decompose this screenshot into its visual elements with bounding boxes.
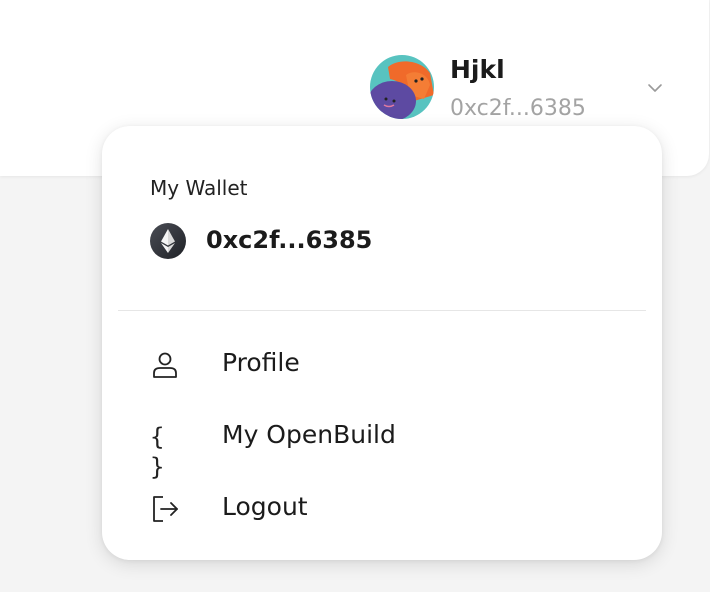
logout-icon (150, 494, 180, 524)
menu-item-profile[interactable]: Profile (132, 336, 632, 392)
user-name: Hjkl (450, 55, 505, 84)
menu-item-label: Profile (222, 348, 300, 377)
menu-item-logout[interactable]: Logout (132, 480, 632, 536)
menu-item-label: Logout (222, 492, 308, 521)
ethereum-icon (150, 223, 186, 259)
menu-item-my-openbuild[interactable]: { } My OpenBuild (132, 408, 632, 481)
menu-divider (118, 310, 646, 311)
wallet-address[interactable]: 0xc2f...6385 (206, 226, 372, 254)
user-icon (150, 350, 180, 380)
user-wallet-address: 0xc2f...6385 (450, 96, 586, 121)
user-menu-trigger[interactable]: Hjkl 0xc2f...6385 (368, 50, 678, 130)
chevron-down-icon[interactable] (646, 80, 664, 99)
menu-item-label: My OpenBuild (222, 420, 396, 449)
wallet-section-label: My Wallet (150, 176, 248, 200)
code-braces-icon: { } (150, 423, 167, 481)
account-dropdown-menu: My Wallet 0xc2f...6385 Profile {} My Op… (102, 126, 662, 560)
user-avatar[interactable] (370, 55, 434, 119)
